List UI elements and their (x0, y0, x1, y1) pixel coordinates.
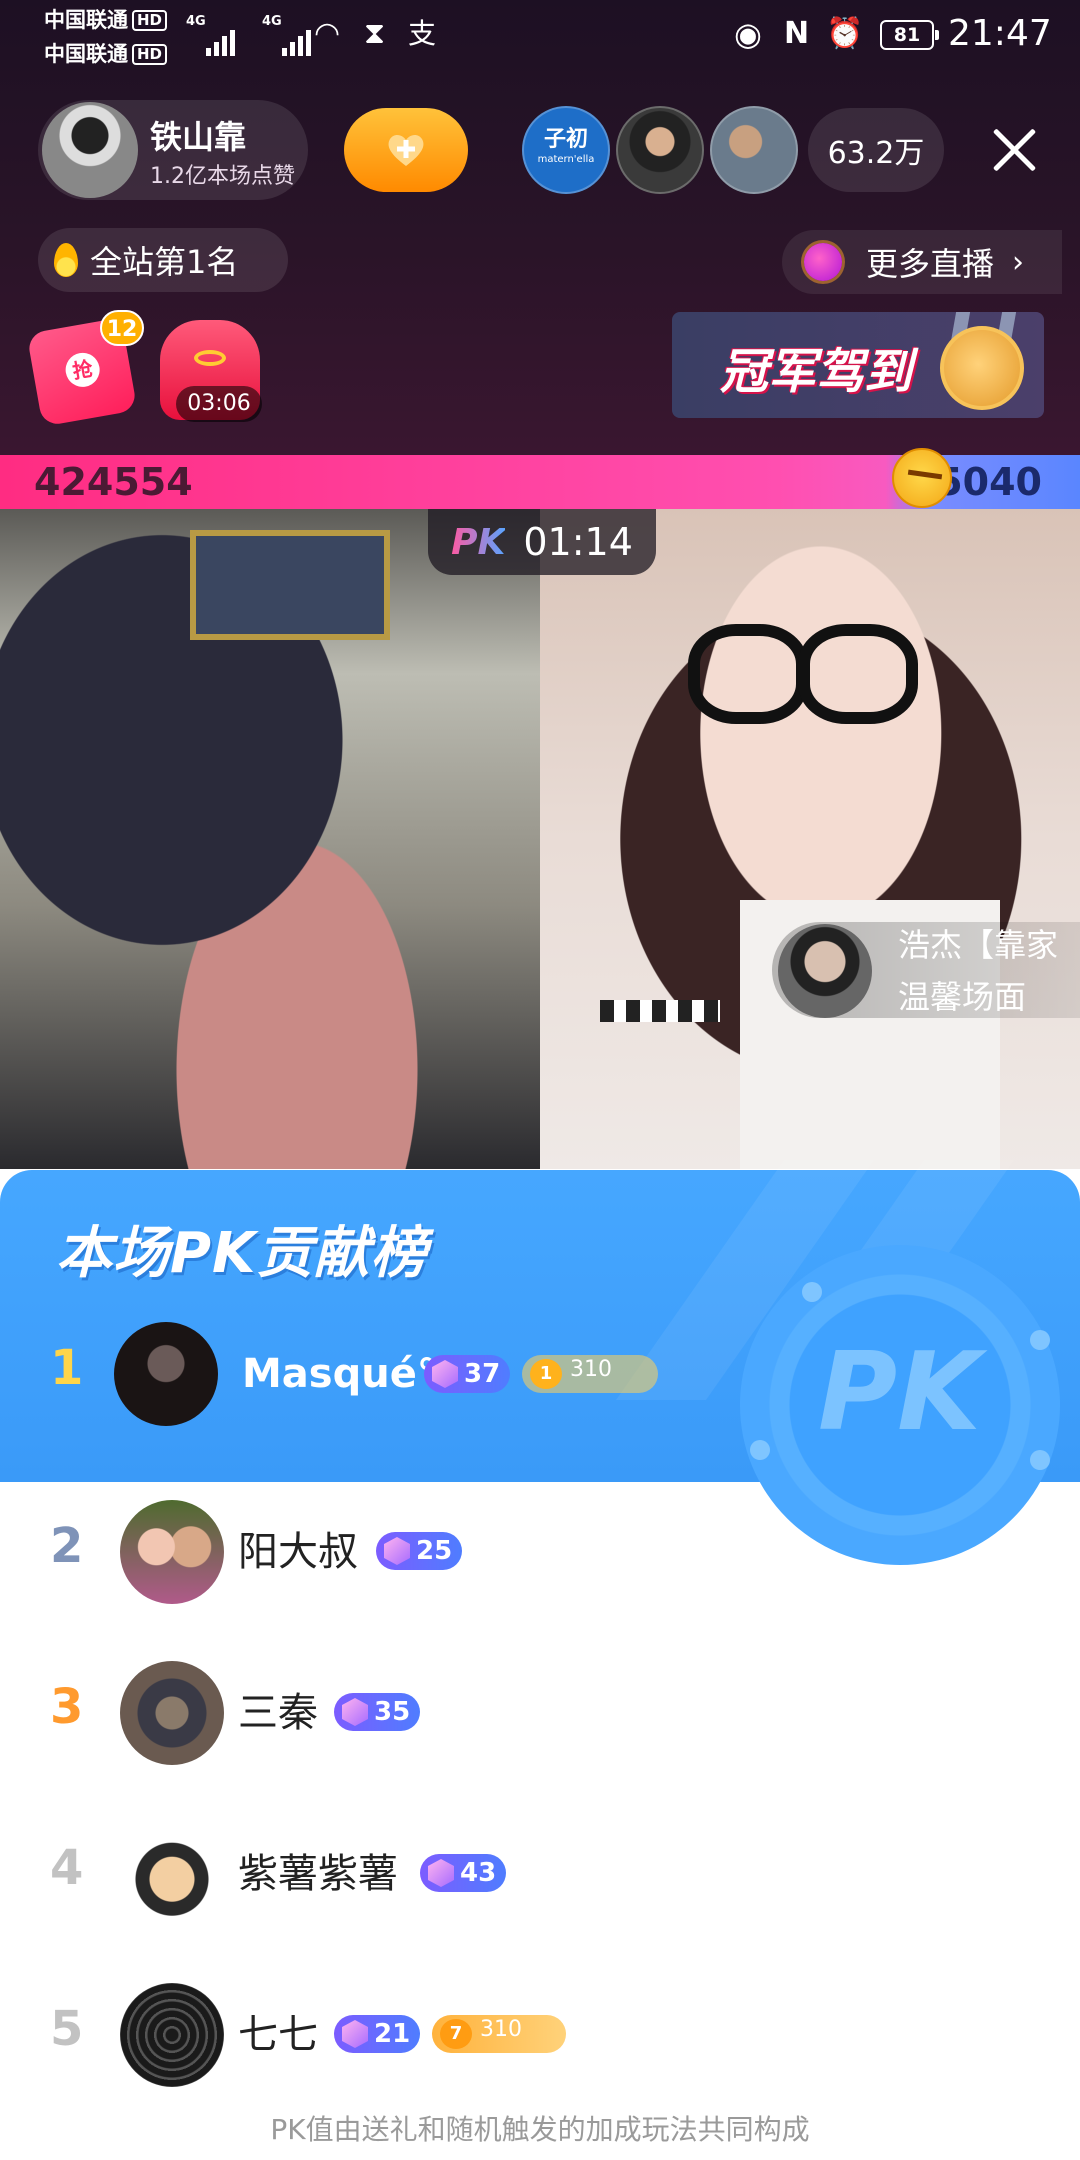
rank-number: 3 (50, 1679, 84, 1735)
more-live-button[interactable]: 更多直播 › (782, 230, 1062, 294)
pk-logo-icon: PK (451, 521, 506, 563)
contributor-avatar[interactable] (120, 1983, 224, 2087)
contributor-name: 紫薯紫薯 (238, 1851, 398, 1897)
live-room-screen: 中国联通 HD 中国联通 HD 4G 4G ◠ ⧗ 支 ◉ N ⏰ 81 21:47… (0, 0, 1080, 2160)
close-icon[interactable] (986, 122, 1042, 178)
level-badge: 43 (420, 1854, 507, 1892)
heart-plus-icon (384, 128, 428, 172)
board-row-1[interactable]: 1 Masqué° 37 1 310 (0, 1296, 1080, 1456)
wifi-icon: ◠ (314, 16, 341, 51)
contributor-name: 三秦 (238, 1690, 318, 1736)
viewer-avatar-3[interactable] (710, 106, 798, 194)
nfc-icon: N (784, 16, 810, 51)
site-rank-label: 全站第1名 (90, 243, 239, 281)
shirt-stripe (600, 1000, 720, 1022)
red-packet-count-badge: 12 (100, 310, 144, 346)
contributor-name: 七七 (238, 2012, 318, 2058)
fan-club-badge: 7 310 (432, 2015, 566, 2053)
board-row-2[interactable]: 2 阳大叔 25 (0, 1482, 1080, 1642)
clock: 21:47 (948, 13, 1052, 54)
level-badge: 21 (334, 2015, 421, 2053)
signal-icon-2: 4G (262, 14, 311, 56)
gift-bag-timer: 03:06 (176, 386, 262, 422)
fan-club-badge: 1 310 (522, 1355, 658, 1393)
board-row-3[interactable]: 3 三秦 35 (0, 1643, 1080, 1803)
contributor-avatar[interactable] (114, 1322, 218, 1426)
flame-icon (54, 243, 78, 277)
contributor-name: 阳大叔 (238, 1529, 358, 1575)
hourglass-icon: ⧗ (364, 16, 386, 51)
host-avatar[interactable] (42, 102, 138, 198)
pk-timer: PK 01:14 (428, 509, 656, 575)
contributor-name: Masqué° (242, 1351, 437, 1397)
medal-icon (940, 326, 1024, 410)
planet-icon (804, 243, 842, 281)
fan-heart-icon: 7 (440, 2019, 472, 2049)
chevron-right-icon: › (1012, 244, 1025, 280)
eye-icon: ◉ (734, 15, 762, 53)
pk-timer-value: 01:14 (523, 520, 633, 564)
viewer-avatar-2[interactable] (616, 106, 704, 194)
contributor-avatar[interactable] (120, 1822, 224, 1926)
contributor-avatar[interactable] (120, 1500, 224, 1604)
host-name: 铁山靠 (150, 118, 247, 156)
follow-button[interactable] (344, 108, 468, 192)
viewer-avatar-1[interactable]: 子初 matern'ella (522, 106, 610, 194)
carrier-2: 中国联通 HD (44, 42, 168, 67)
joiner-avatar[interactable] (778, 924, 872, 1018)
champion-banner[interactable]: 冠军驾到 (672, 312, 1044, 418)
pk-board-title: 本场PK贡献榜 (56, 1221, 428, 1286)
board-row-5[interactable]: 5 七七 21 7 310 (0, 1965, 1080, 2125)
level-badge: 25 (376, 1532, 463, 1570)
rank-number: 4 (50, 1840, 84, 1896)
alarm-icon: ⏰ (826, 16, 864, 51)
joiner-text: 温馨场面 (898, 978, 1027, 1016)
battery-icon: 81 (880, 20, 939, 50)
alipay-icon: 支 (408, 17, 437, 50)
site-rank-badge[interactable]: 全站第1名 (38, 228, 288, 292)
wall-frame (190, 530, 390, 640)
signal-icon-1: 4G (186, 14, 235, 56)
level-badge: 35 (334, 1693, 421, 1731)
host-likes: 1.2亿本场点赞 (150, 164, 295, 189)
fan-heart-icon: 1 (530, 1359, 562, 1389)
angry-face-icon (892, 448, 952, 508)
status-bar: 中国联通 HD 中国联通 HD 4G 4G ◠ ⧗ 支 ◉ N ⏰ 81 21:47 (0, 0, 1080, 70)
footer-note: PK值由送礼和随机触发的加成玩法共同构成 (270, 2113, 810, 2146)
glasses-shape (688, 624, 918, 724)
carrier-1: 中国联通 HD (44, 8, 168, 33)
more-live-label: 更多直播 (866, 245, 995, 283)
rank-number: 1 (50, 1340, 84, 1396)
champion-banner-text: 冠军驾到 (720, 344, 913, 400)
contributor-avatar[interactable] (120, 1661, 224, 1765)
viewer-count-button[interactable]: 63.2万 (808, 108, 944, 192)
rank-number: 5 (50, 2001, 84, 2057)
level-badge: 37 (424, 1355, 511, 1393)
rank-number: 2 (50, 1518, 84, 1574)
pk-left-score: 424554 (34, 460, 193, 504)
joiner-name: 浩杰【靠家 (898, 926, 1059, 964)
board-row-4[interactable]: 4 紫薯紫薯 43 (0, 1804, 1080, 1964)
